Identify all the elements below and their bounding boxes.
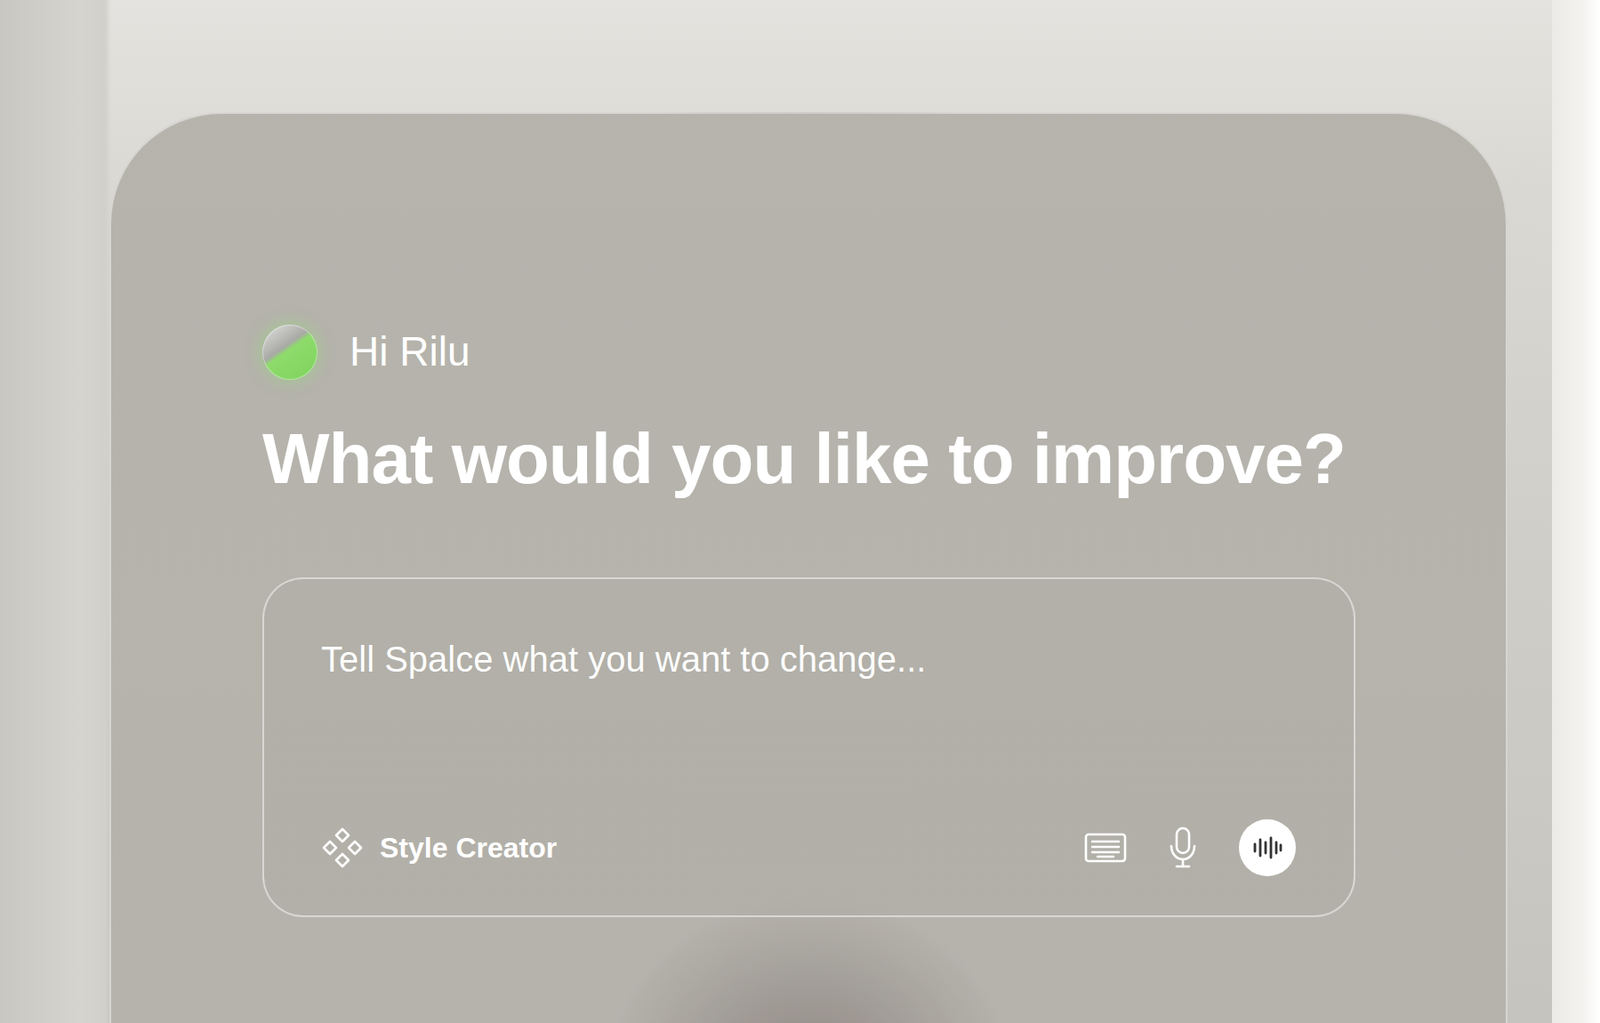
prompt-input[interactable] — [321, 637, 1296, 820]
headline: What would you like to improve? — [262, 418, 1356, 500]
greeting-row: Hi Rilu — [262, 324, 1356, 380]
greeting: Hi Rilu — [349, 327, 470, 377]
style-creator-label: Style Creator — [379, 830, 557, 865]
style-diamonds-icon — [321, 826, 364, 869]
assistant-orb-icon — [262, 324, 318, 380]
prompt-box: Style Creator — [262, 577, 1356, 917]
style-creator-button[interactable]: Style Creator — [321, 826, 557, 869]
prompt-toolbar: Style Creator — [321, 819, 1296, 877]
voice-mode-button[interactable] — [1238, 819, 1296, 877]
input-tools — [1084, 819, 1296, 877]
waveform-icon — [1252, 836, 1283, 860]
microphone-icon — [1167, 826, 1198, 869]
keyboard-icon — [1084, 832, 1127, 863]
microphone-button[interactable] — [1167, 826, 1198, 869]
keyboard-button[interactable] — [1084, 832, 1127, 863]
assistant-panel: Hi Rilu What would you like to improve? … — [109, 112, 1508, 1023]
